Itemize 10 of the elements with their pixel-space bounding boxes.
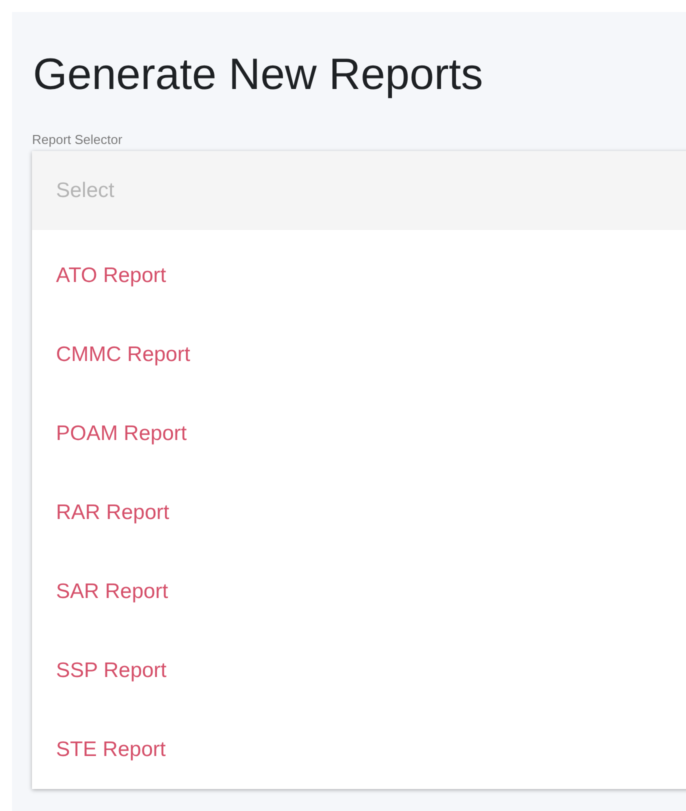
page-title: Generate New Reports xyxy=(33,49,484,101)
dropdown-option[interactable]: CMMC Report xyxy=(56,342,190,366)
field-label: Report Selector xyxy=(32,132,124,148)
dropdown-option[interactable]: RAR Report xyxy=(56,500,170,524)
select-field[interactable]: Select xyxy=(32,151,686,230)
dropdown-option[interactable]: STE Report xyxy=(56,738,166,762)
dropdown-option[interactable]: ATO Report xyxy=(56,264,166,288)
dropdown-option[interactable]: SAR Report xyxy=(56,580,168,604)
dropdown-option[interactable]: SSP Report xyxy=(56,658,167,682)
dropdown-option[interactable]: POAM Report xyxy=(56,422,187,446)
